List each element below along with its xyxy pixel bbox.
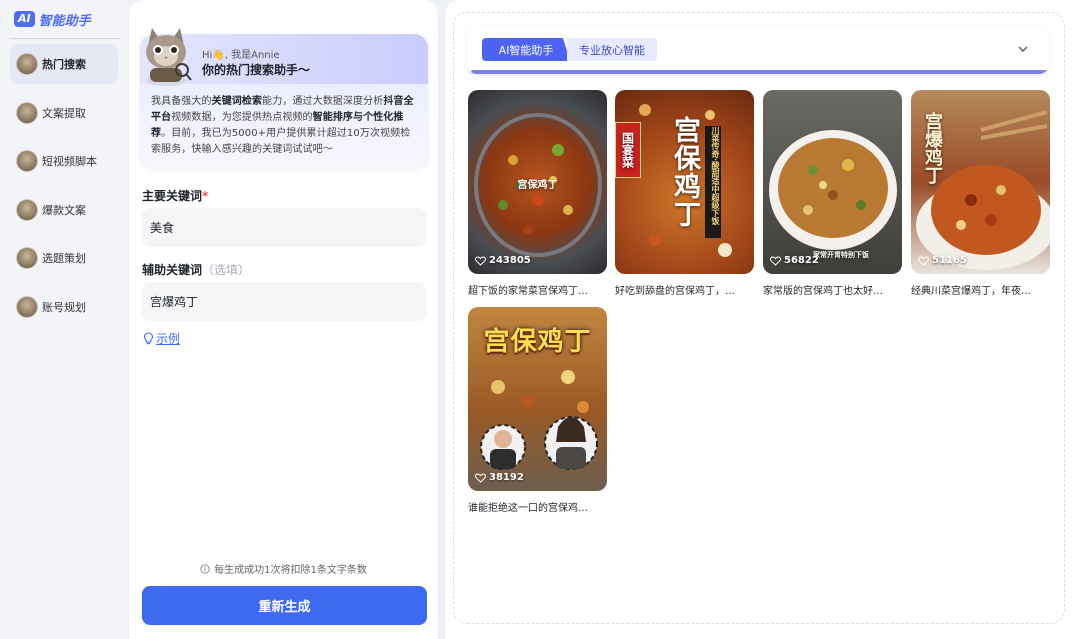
tabbar-accent-line [471,70,1049,74]
sidebar-item-label: 账号规划 [42,300,86,314]
info-icon [200,563,210,574]
video-card[interactable]: 宫保鸡丁 38192 谁能拒绝这一口的宫保鸡… [468,307,607,514]
app-name: 智能助手 [38,13,91,29]
agent-avatar-icon [16,150,38,173]
heart-icon [475,472,486,483]
video-card[interactable]: 国宴菜 宫保鸡丁 川菜传奇·酸甜适中超级下饭 好吃到舔盘的宫保鸡丁，… [615,90,754,297]
thumbnail-caption: 家常开胃特别下饭 [813,251,869,259]
video-thumbnail[interactable]: 家常开胃特别下饭 56822 [763,90,902,274]
cat-mascot-icon [146,28,192,86]
like-count: 38192 [475,472,524,483]
like-count: 243805 [475,255,531,266]
sidebar-item-label: 短视频脚本 [42,155,97,169]
thumbnail-caption: 宫保鸡丁 [517,180,558,191]
thumbnail-tag: 国宴菜 [615,122,641,178]
intro-description: 我具备强大的关键词检索能力，通过大数据深度分析抖音全平台视频数据，为您提供热点视… [151,96,414,155]
video-title[interactable]: 好吃到舔盘的宫保鸡丁，… [615,282,754,297]
chevron-down-icon[interactable] [1017,43,1029,55]
intro-title: 你的热门搜索助手～ [202,63,311,77]
video-card[interactable]: 宫保鸡丁 243805 超下饭的家常菜宫保鸡丁… [468,90,607,297]
sidebar-item-label: 选题策划 [42,252,86,266]
like-count: 56822 [770,255,819,266]
sidebar-item-hot-search[interactable]: 热门搜索 [10,44,118,84]
sidebar-item-label: 文案提取 [42,106,86,120]
video-title[interactable]: 超下饭的家常菜宫保鸡丁… [468,282,607,297]
sidebar-item-viral-copy[interactable]: 爆款文案 [10,190,118,230]
lightbulb-icon [143,332,154,345]
video-thumbnail[interactable]: 宫保鸡丁 243805 [468,90,607,274]
example-link-label: 示例 [156,332,181,346]
video-title[interactable]: 经典川菜宫爆鸡丁，年夜… [911,282,1050,297]
agent-avatar-icon [16,295,38,318]
thumbnail-caption: 宫保鸡丁 [669,116,700,228]
usage-notice: 每生成成功1次将扣除1条文字条数 [129,561,438,576]
sidebar-item-copy-extract[interactable]: 文案提取 [10,93,118,133]
video-thumbnail[interactable]: 宫爆鸡丁 51165 [911,90,1050,274]
tab-ai-assistant[interactable]: AI智能助手 [482,38,570,61]
video-title[interactable]: 谁能拒绝这一口的宫保鸡… [468,499,607,514]
app-logo[interactable]: AI 智能助手 [14,10,91,29]
video-card[interactable]: 宫爆鸡丁 51165 经典川菜宫爆鸡丁，年夜… [911,90,1050,297]
regenerate-button[interactable]: 重新生成 [142,586,427,625]
video-title[interactable]: 家常版的宫保鸡丁也太好… [763,282,902,297]
heart-icon [475,255,486,266]
thumbnail-side-banner: 川菜传奇·酸甜适中超级下饭 [705,126,721,238]
intro-greeting: Hi👋, 我是Annie [202,50,280,61]
heart-icon [770,255,781,266]
divider [10,38,120,39]
usage-notice-text: 每生成成功1次将扣除1条文字条数 [214,565,367,576]
food-image [769,130,897,250]
tab-pro-smart[interactable]: 专业放心智能 [567,38,657,61]
example-link[interactable]: 示例 [143,330,180,347]
sidebar-nav: 热门搜索 文案提取 短视频脚本 爆款文案 选题策划 账号规划 [10,44,118,336]
video-thumbnail[interactable]: 国宴菜 宫保鸡丁 川菜传奇·酸甜适中超级下饭 [615,90,754,274]
agent-avatar-icon [16,198,38,221]
video-card[interactable]: 家常开胃特别下饭 56822 家常版的宫保鸡丁也太好… [763,90,902,297]
agent-avatar-icon [16,53,38,75]
result-tabbar: AI智能助手 专业放心智能 [467,26,1049,74]
main-keyword-label: 主要关键词* [142,189,209,203]
sidebar-item-label: 爆款文案 [42,203,86,217]
aux-keyword-input[interactable] [142,282,426,321]
results-panel: AI智能助手 专业放心智能 宫保鸡丁 243805 超下饭的家常菜宫保鸡丁… 国… [445,0,1080,639]
like-count: 51165 [918,255,967,266]
sidebar: AI 智能助手 热门搜索 文案提取 短视频脚本 爆款文案 选题策划 账号规划 [0,0,128,639]
sidebar-item-label: 热门搜索 [42,58,86,71]
video-thumbnail[interactable]: 宫保鸡丁 38192 [468,307,607,491]
thumbnail-caption: 宫爆鸡丁 [922,112,943,184]
search-form-panel: Hi👋, 我是Annie 你的热门搜索助手～ 我具备强大的关键词检索能力，通过大… [129,0,438,639]
aux-keyword-label: 辅助关键词（选填） [142,263,251,277]
agent-avatar-icon [16,247,38,270]
sidebar-item-account-planning[interactable]: 账号规划 [10,287,118,327]
sidebar-item-topic-planning[interactable]: 选题策划 [10,238,118,278]
main-keyword-input[interactable] [142,208,426,247]
heart-icon [918,255,929,266]
sidebar-item-video-script[interactable]: 短视频脚本 [10,141,118,181]
logo-badge: AI [14,11,35,27]
thumbnail-caption: 宫保鸡丁 [483,327,592,357]
agent-avatar-icon [16,101,38,124]
